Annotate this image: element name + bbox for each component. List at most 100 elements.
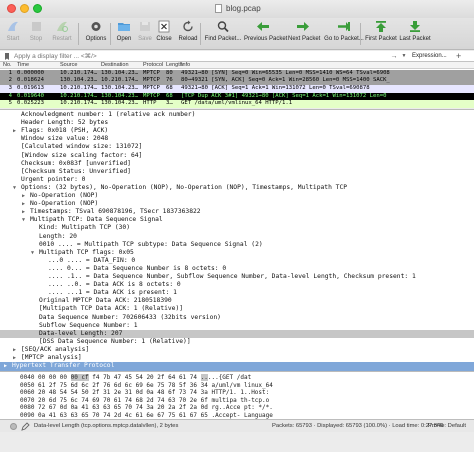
packet-row[interactable]: 1 0.000000 10.210.174… 130.104.23… MPTCP 80 49… (0, 69, 474, 78)
window-close-button[interactable] (7, 4, 16, 13)
toolbar-options-button[interactable]: Options (85, 20, 107, 49)
toolbar-button-label: Last Packet (399, 36, 431, 42)
packet-cell-time: 0.025223 (17, 100, 44, 107)
detail-section-http[interactable]: ▶ Hypertext Transfer Protocol (0, 362, 474, 371)
hex-bytes-segment: 0060 20 48 54 54 50 2f 31 2e 31 0d 0a 48… (20, 389, 212, 397)
reload-icon (183, 20, 193, 32)
toolbar-last-packet-button[interactable]: Last Packet (398, 20, 432, 49)
toolbar-save-button[interactable]: Save (136, 20, 154, 49)
packet-cell-no: 4 (8, 92, 12, 99)
packet-cell-len: 76 (166, 77, 173, 84)
detail-line-text: Acknowledgment number: 1 (relative ack n… (21, 111, 196, 118)
detail-line-text: Data Sequence Number: 702606433 (32bits … (39, 313, 221, 321)
packet-cell-dst: 10.210.174… (101, 77, 139, 84)
packet-cell-info: GET /data/uml/vmlinux_64 HTTP/1.1 (181, 100, 293, 107)
detail-line-text: Multipath TCP flags: 0x05 (39, 248, 134, 256)
toolbar-button-label: Start (6, 36, 20, 42)
column-header-time[interactable]: Time (17, 62, 29, 69)
toolbar-reload-button[interactable]: Reload (177, 20, 199, 49)
detail-line-text: Timestamps: TSval 690878196, TSecr 18373… (30, 208, 201, 216)
packet-cell-len: 68 (166, 92, 173, 99)
expert-info-icon[interactable] (10, 423, 17, 430)
toolbar-close-button[interactable]: Close (155, 20, 173, 49)
packet-cell-len: 68 (166, 85, 173, 91)
status-profile-text[interactable]: Profile: Default (428, 422, 466, 431)
packet-cell-time: 0.000000 (17, 69, 44, 76)
packet-cell-time: 0.019640 (17, 92, 44, 99)
toolbar-next-packet-button[interactable]: Next Packet (288, 20, 321, 49)
packet-cell-proto: MPTCP (143, 69, 160, 76)
packet-row[interactable]: 5 0.025223 10.210.174… 130.104.23… HTTP 3… GET… (0, 100, 474, 108)
toolbar-separator (78, 23, 79, 45)
expression-button[interactable]: Expression... (412, 52, 454, 61)
window-zoom-button[interactable] (33, 4, 42, 13)
filter-bookmark-icon[interactable] (2, 52, 12, 61)
column-header-no[interactable]: No. (3, 62, 12, 69)
toolbar-stop-button[interactable]: Stop (26, 20, 46, 49)
detail-line-text: ...0 .... = DATA_FIN: 0 (48, 256, 136, 264)
hex-dump-line[interactable]: 0060 20 48 54 54 50 2f 31 2e 31 0d 0a 48… (20, 389, 470, 397)
detail-line-text: Header Length: 52 bytes (21, 119, 109, 127)
column-header-info[interactable]: Info (181, 62, 190, 69)
toolbar-open-button[interactable]: Open (114, 20, 134, 49)
detail-line-text: [Multipath TCP Data ACK: 1 (Relative)] (39, 305, 184, 313)
hex-ascii-segment: ...{GET /dat (207, 374, 252, 381)
toolbar-find-packet-button[interactable]: Find Packet... (204, 20, 242, 49)
hex-dump-line[interactable]: 0090 0a 41 63 63 65 70 74 2d 4c 61 6e 67… (20, 412, 470, 419)
toolbar-previous-packet-button[interactable]: Previous Packet (244, 20, 287, 49)
packet-cell-src: 130.104.23… (60, 77, 98, 84)
detail-line-text: Hypertext Transfer Protocol (12, 362, 115, 370)
hex-dump-line[interactable]: 0080 72 67 0d 0a 41 63 63 65 70 74 3a 20… (20, 404, 470, 412)
detail-line-text: [MPTCP analysis] (21, 354, 82, 361)
packet-cell-src: 10.210.174… (60, 92, 98, 99)
packet-row[interactable]: 4 0.019640 10.210.174… 130.104.23… MPTCP 68 [T… (0, 92, 474, 101)
hex-dump-line[interactable]: 0070 20 6d 75 6c 74 69 70 61 74 68 2d 74… (20, 397, 470, 405)
toolbar-first-packet-button[interactable]: First Packet (364, 20, 398, 49)
toolbar-go-to-packet-button[interactable]: Go to Packet... (323, 20, 365, 49)
edit-comment-icon[interactable] (21, 422, 30, 431)
arrow-right-icon (297, 22, 309, 31)
packet-cell-dst: 130.104.23… (101, 92, 139, 99)
packet-cell-dst: 130.104.23… (101, 100, 139, 107)
window-minimize-button[interactable] (20, 4, 29, 13)
packet-row[interactable]: 3 0.019613 10.210.174… 130.104.23… MPTCP 68 49… (0, 85, 474, 93)
toolbar-separator (110, 23, 111, 45)
column-header-source[interactable]: Source (60, 62, 77, 69)
detail-line-text: [DSS Data Sequence Number: 1 (Relative)] (39, 337, 191, 345)
detail-line-text: Options: (32 bytes), No-Operation (NOP),… (21, 183, 348, 191)
disclosure-right-icon[interactable]: ▶ (4, 362, 12, 371)
detail-line-text: Urgent pointer: 0 (21, 175, 86, 183)
toolbar-button-label: Stop (29, 36, 43, 42)
packet-cell-proto: HTTP (143, 100, 157, 107)
hex-ascii-segment: multipa th-tcp.o (211, 396, 270, 404)
detail-line-text: [Checksum Status: Unverified] (21, 167, 131, 175)
packet-cell-src: 10.210.174… (60, 69, 98, 76)
toolbar-start-button[interactable]: Start (3, 20, 23, 49)
hex-dump-line[interactable]: 0050 61 2f 75 6d 6c 2f 76 6d 6c 69 6e 75… (20, 382, 470, 390)
detail-line-text: No-Operation (NOP) (30, 200, 99, 208)
detail-line-text: Window size value: 2048 (21, 135, 109, 143)
folder-icon (118, 23, 130, 31)
add-filter-button[interactable]: + (456, 51, 466, 61)
packet-cell-time: 0.018624 (17, 77, 44, 84)
toolbar-restart-button[interactable]: Restart (50, 20, 74, 49)
display-filter-input[interactable] (14, 52, 384, 61)
detail-line-text: .... 0... = Data Sequence Number is 8 oc… (48, 264, 227, 272)
packet-cell-time: 0.019613 (17, 85, 44, 91)
apply-filter-arrow-icon[interactable]: → (388, 52, 400, 61)
detail-line-text: [Window size scaling factor: 64] (21, 151, 143, 159)
packet-details-tree: Acknowledgment number: 1 (relative ack n… (0, 109, 474, 371)
detail-line-text: [SEQ/ACK analysis] (21, 345, 90, 353)
toolbar-button-label: Next Packet (288, 36, 321, 42)
detail-line-text: Multipath TCP: Data Sequence Signal (30, 216, 163, 224)
packet-cell-info: [TCP Dup ACK 3#1] 49321→80 [ACK] Seq=1 A… (181, 92, 387, 99)
hex-dump-line[interactable]: 0040 00 00 00 00 cf f4 7b 47 45 54 20 2f… (20, 374, 470, 382)
column-header-protocol[interactable]: Protocol (143, 62, 163, 69)
main-toolbar: Start Stop Restart Options Open Save Close Relo… (0, 18, 474, 50)
toolbar-button-label: Save (138, 36, 152, 42)
hex-bytes-segment: f4 7b 47 45 54 20 2f 64 61 74 (88, 374, 201, 381)
filter-history-dropdown-icon[interactable]: ▼ (400, 52, 408, 61)
column-header-destination[interactable]: Destination (101, 62, 129, 69)
toolbar-button-label: Find Packet... (204, 36, 242, 42)
packet-row[interactable]: 2 0.018624 130.104.23… 10.210.174… MPTCP 76 80… (0, 77, 474, 85)
